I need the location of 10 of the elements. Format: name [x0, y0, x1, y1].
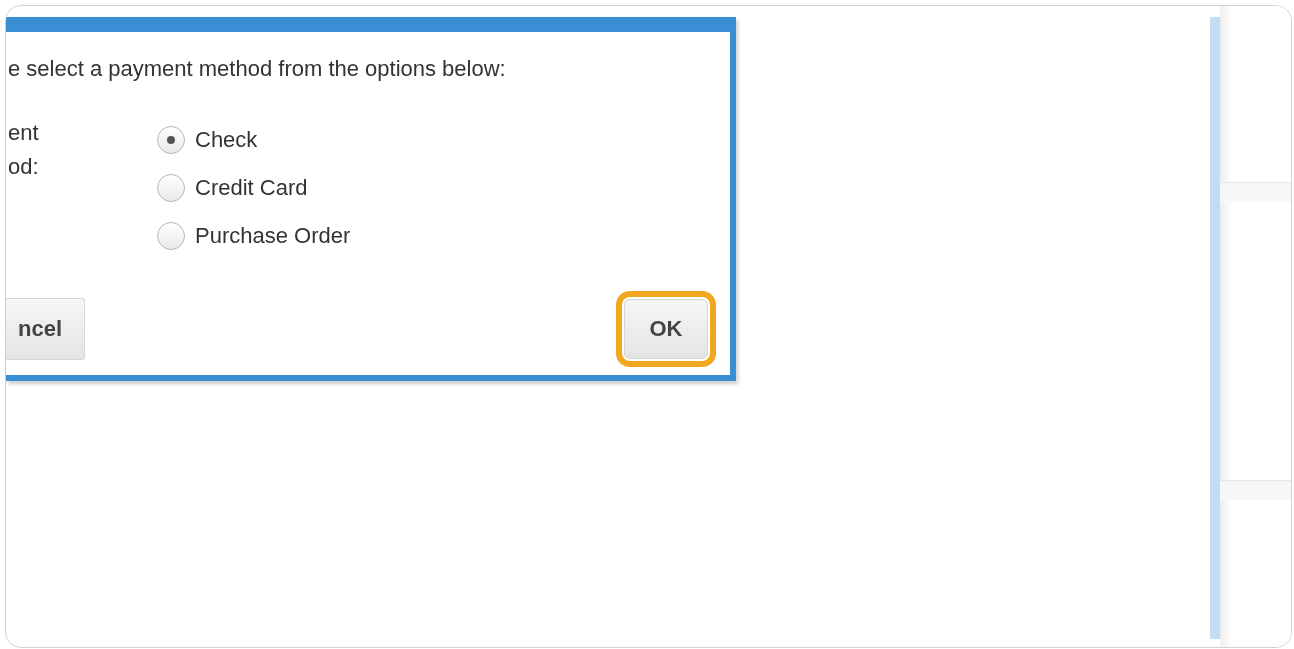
instruction-text: e select a payment method from the options below: [8, 56, 507, 82]
radio-option[interactable]: Credit Card [157, 164, 351, 212]
radio-button-icon[interactable] [157, 222, 185, 250]
field-label: ent od: [8, 119, 40, 181]
radio-button-icon[interactable] [157, 174, 185, 202]
radio-option[interactable]: Purchase Order [157, 212, 351, 260]
radio-button-icon[interactable] [157, 126, 185, 154]
radio-option[interactable]: Check [157, 116, 351, 164]
splitter-bar[interactable] [1210, 17, 1220, 639]
cancel-button[interactable]: ncel [6, 298, 85, 360]
